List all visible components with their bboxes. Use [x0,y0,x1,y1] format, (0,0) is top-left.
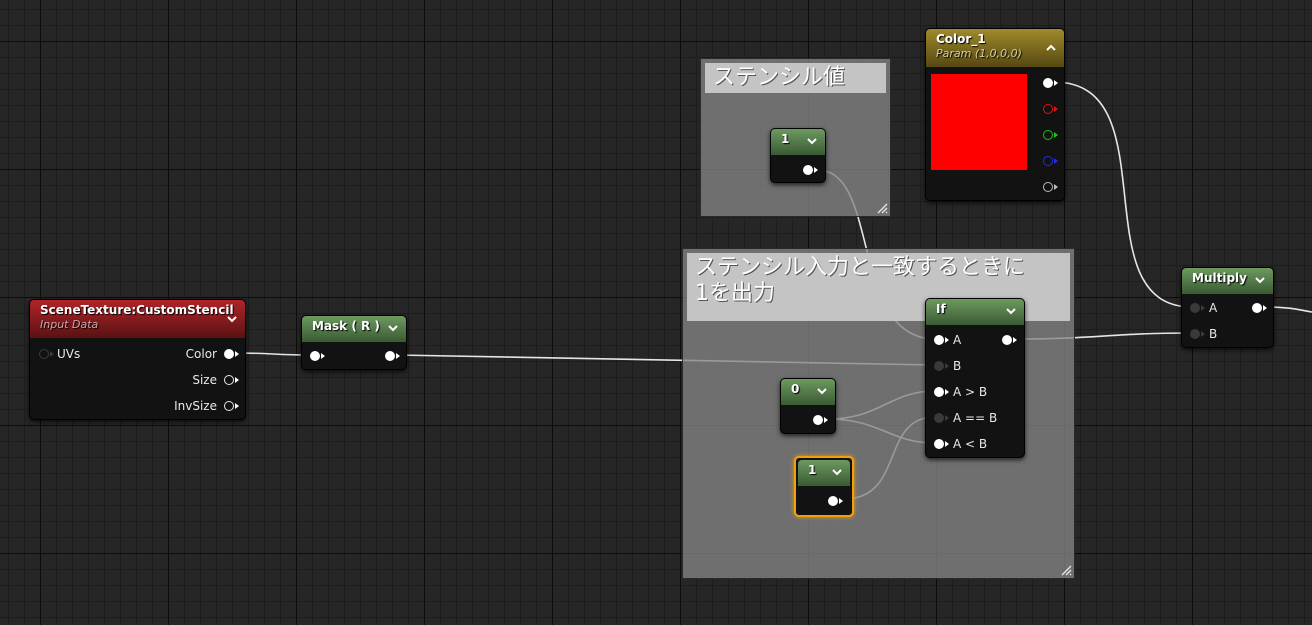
chevron-down-icon[interactable] [830,465,844,479]
color-rgb-output-pin[interactable] [1043,78,1053,88]
node-subtitle: Input Data [40,318,99,331]
wire-color-to-mask [235,352,312,356]
uvs-pin-arrow-icon [50,351,54,357]
scene-texture-node[interactable]: SceneTexture:CustomStencil Input Data UV… [29,299,246,420]
pin-arrow-icon [1201,331,1205,337]
mask-input-arrow-icon [321,353,325,359]
constant-output-arrow-icon [839,498,843,504]
if-input-a-label: A [953,333,962,347]
pin-arrow-icon [945,337,949,343]
if-input-agtb-pin[interactable] [934,387,944,397]
node-title: If [936,302,946,316]
chevron-down-icon[interactable] [1253,273,1267,287]
pin-arrow-icon [945,415,949,421]
node-header[interactable]: Color_1 Param (1,0,0,0) [926,29,1064,67]
if-input-aeqb-pin[interactable] [934,413,944,423]
color-b-output-pin[interactable] [1043,156,1053,166]
chevron-down-icon[interactable] [1004,304,1018,318]
stencil-constant-node[interactable]: 1 [770,128,826,183]
constant-output-pin[interactable] [828,496,838,506]
pin-arrow-icon [1054,132,1058,138]
pin-arrow-icon [1201,305,1205,311]
pin-arrow-icon [1054,106,1058,112]
pin-arrow-icon [1054,80,1058,86]
multiply-input-a-pin[interactable] [1190,303,1200,313]
constant-output-pin[interactable] [813,415,823,425]
color-swatch[interactable] [931,74,1027,170]
node-subtitle: Param (1,0,0,0) [936,47,1022,60]
constant-value: 1 [781,132,790,146]
uvs-label: UVs [57,347,81,361]
invsize-pin-arrow-icon [235,403,239,409]
node-header[interactable]: 1 [771,129,825,155]
color-r-output-pin[interactable] [1043,104,1053,114]
multiply-node[interactable]: Multiply A B [1181,267,1274,348]
color-a-output-pin[interactable] [1043,182,1053,192]
color-output-pin[interactable] [224,349,234,359]
size-label: Size [192,373,217,387]
multiply-input-a-label: A [1209,301,1218,315]
node-header[interactable]: If [926,299,1024,325]
chevron-up-icon[interactable] [1044,41,1058,55]
pin-arrow-icon [945,441,949,447]
pin-arrow-icon [1263,305,1267,311]
pin-arrow-icon [1054,184,1058,190]
color-label: Color [185,347,217,361]
constant-output-arrow-icon [814,167,818,173]
node-header[interactable]: Mask ( R ) [302,316,406,342]
node-header[interactable]: 0 [781,379,835,405]
constant-zero-node[interactable]: 0 [780,378,836,434]
if-input-b-pin[interactable] [934,361,944,371]
if-node[interactable]: If A B A > B A == B A < B [925,298,1025,458]
pin-arrow-icon [1013,337,1017,343]
chevron-down-icon[interactable] [805,134,819,148]
node-title: SceneTexture:CustomStencil [40,303,234,317]
chevron-down-icon[interactable] [815,384,829,398]
color-g-output-pin[interactable] [1043,130,1053,140]
constant-value: 1 [808,463,817,477]
color-pin-arrow-icon [235,351,239,357]
mask-output-arrow-icon [396,353,400,359]
size-output-pin[interactable] [224,375,234,385]
multiply-output-pin[interactable] [1252,303,1262,313]
chevron-down-icon[interactable] [386,321,400,335]
constant-one-node[interactable]: 1 [794,456,854,517]
uvs-input-pin[interactable] [39,349,49,359]
constant-output-pin[interactable] [803,165,813,175]
chevron-down-icon[interactable] [225,312,239,326]
node-header[interactable]: SceneTexture:CustomStencil Input Data [30,300,245,338]
if-input-altb-label: A < B [953,437,988,451]
if-input-aeqb-label: A == B [953,411,998,425]
size-pin-arrow-icon [235,377,239,383]
resize-handle-icon[interactable] [876,202,888,214]
pin-arrow-icon [945,363,949,369]
color-param-node[interactable]: Color_1 Param (1,0,0,0) [925,28,1065,201]
constant-value: 0 [791,382,800,396]
pin-arrow-icon [945,389,949,395]
node-header[interactable]: 1 [798,460,850,486]
if-input-agtb-label: A > B [953,385,988,399]
comment-title[interactable]: ステンシル値 [705,63,886,93]
resize-handle-icon[interactable] [1060,564,1072,576]
if-input-altb-pin[interactable] [934,439,944,449]
mask-input-pin[interactable] [310,351,320,361]
mask-node[interactable]: Mask ( R ) [301,315,407,370]
multiply-input-b-pin[interactable] [1190,329,1200,339]
multiply-input-b-label: B [1209,327,1218,341]
node-title: Multiply [1192,271,1247,285]
pin-arrow-icon [1054,158,1058,164]
invsize-output-pin[interactable] [224,401,234,411]
constant-output-arrow-icon [824,417,828,423]
if-input-b-label: B [953,359,962,373]
if-output-pin[interactable] [1002,335,1012,345]
if-input-a-pin[interactable] [934,335,944,345]
invsize-label: InvSize [174,399,217,413]
node-title: Color_1 [936,32,986,46]
node-title: Mask ( R ) [312,319,380,333]
node-header[interactable]: Multiply [1182,268,1273,294]
mask-output-pin[interactable] [385,351,395,361]
